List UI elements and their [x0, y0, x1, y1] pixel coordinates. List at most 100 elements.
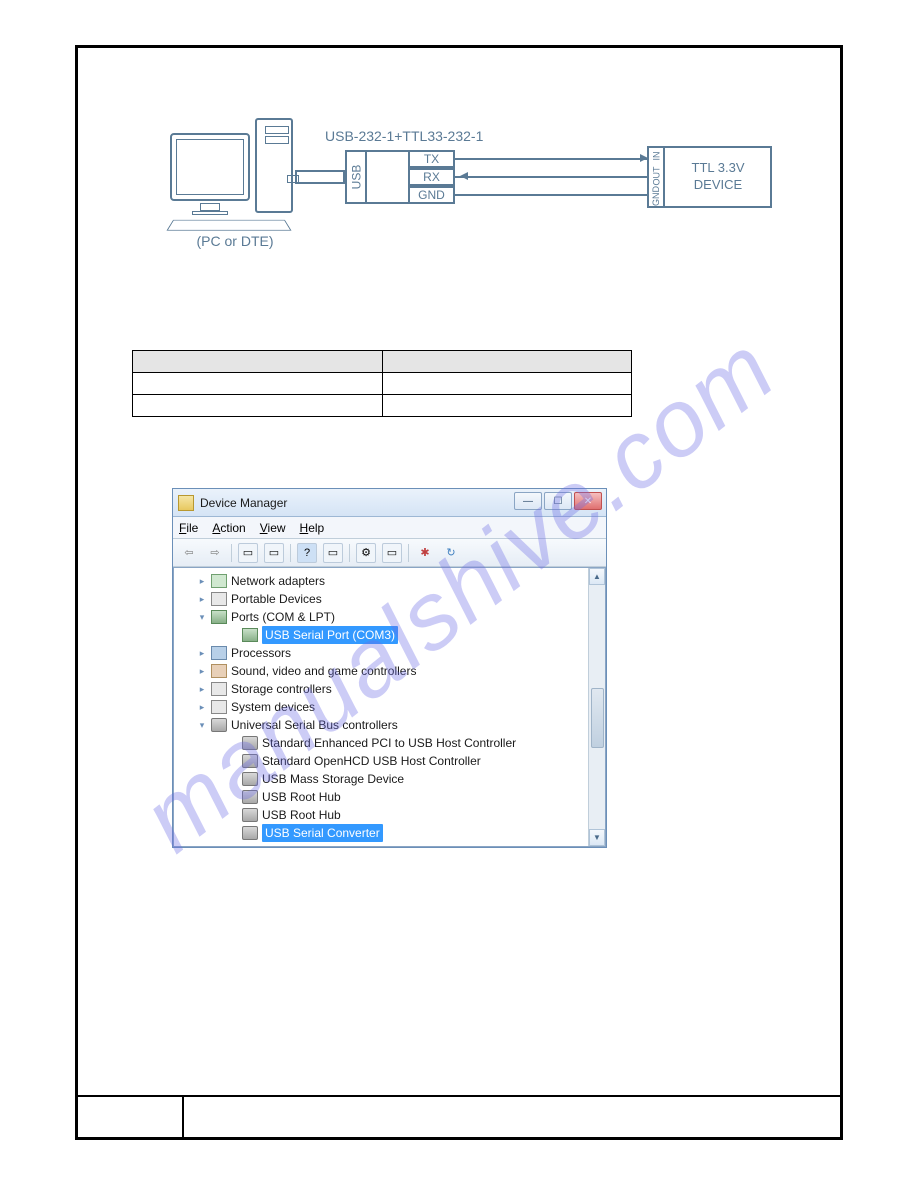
ttl-device-label: TTL 3.3V DEVICE: [668, 160, 768, 194]
refresh-icon[interactable]: ↻: [441, 543, 461, 563]
tree-label: USB Root Hub: [262, 806, 341, 824]
table-cell: [382, 395, 632, 417]
arrow-left-icon: [460, 172, 468, 180]
table-cell: [133, 373, 383, 395]
app-icon: [178, 495, 194, 511]
tree-label: System devices: [231, 698, 315, 716]
pc-monitor-icon: [170, 133, 250, 201]
sound-icon: [211, 664, 227, 678]
tree-label: Standard OpenHCD USB Host Controller: [262, 752, 481, 770]
tree-node-portable[interactable]: ▸Portable Devices: [180, 590, 605, 608]
tree-node-usb-converter[interactable]: USB Serial Converter: [180, 824, 605, 842]
menu-bar: File Action View Help: [173, 517, 606, 539]
diagram-title: USB-232-1+TTL33-232-1: [325, 128, 483, 144]
collapse-icon[interactable]: ▾: [196, 611, 208, 623]
tree-node-serial-port[interactable]: USB Serial Port (COM3): [180, 626, 605, 644]
menu-view[interactable]: View: [260, 521, 286, 535]
uninstall-icon[interactable]: ✱: [415, 543, 435, 563]
maximize-button[interactable]: ☐: [544, 492, 572, 510]
pc-tower-icon: [255, 118, 293, 213]
tree-node-processors[interactable]: ▸ Processors: [180, 644, 605, 662]
pc-keyboard-icon: [166, 220, 291, 231]
scroll-up-button[interactable]: ▲: [589, 568, 605, 585]
pc-base-icon: [192, 211, 228, 215]
toolbar-icon[interactable]: ▭: [323, 543, 343, 563]
window-titlebar[interactable]: Device Manager — ☐ ✕: [173, 489, 606, 517]
tree-label: USB Mass Storage Device: [262, 770, 404, 788]
system-icon: [211, 700, 227, 714]
scroll-down-button[interactable]: ▼: [589, 829, 605, 846]
usb-plug-icon: [295, 170, 345, 184]
toolbar-icon[interactable]: ▭: [238, 543, 258, 563]
expand-icon[interactable]: ▸: [196, 665, 208, 677]
back-button[interactable]: ⇦: [179, 543, 199, 563]
toolbar-separator: [408, 544, 409, 562]
tree-label-selected: USB Serial Converter: [262, 824, 383, 842]
close-button[interactable]: ✕: [574, 492, 602, 510]
tree-node-sound[interactable]: ▸Sound, video and game controllers: [180, 662, 605, 680]
tree-node-ports[interactable]: ▾ Ports (COM & LPT): [180, 608, 605, 626]
wire-rx: [455, 176, 647, 178]
tree-node-usb-item[interactable]: Standard Enhanced PCI to USB Host Contro…: [180, 734, 605, 752]
menu-help[interactable]: Help: [300, 521, 325, 535]
dev-pin-in: IN: [647, 146, 665, 166]
table-cell: [382, 373, 632, 395]
scan-icon[interactable]: ⚙: [356, 543, 376, 563]
spec-table: [132, 350, 632, 417]
storage-icon: [211, 682, 227, 696]
usb-icon: [242, 736, 258, 750]
usb-side-label: USB: [345, 150, 367, 204]
tree-node-usb-item[interactable]: USB Root Hub: [180, 788, 605, 806]
wire-gnd: [455, 194, 647, 196]
tree-label: Ports (COM & LPT): [231, 608, 335, 626]
scrollbar[interactable]: ▲ ▼: [588, 568, 605, 846]
menu-file[interactable]: File: [179, 521, 198, 535]
pin-tx: TX: [408, 150, 455, 168]
expand-icon[interactable]: ▸: [196, 647, 208, 659]
footer-divider: [75, 1095, 843, 1097]
forward-button[interactable]: ⇨: [205, 543, 225, 563]
processor-icon: [211, 646, 227, 660]
tree-label: Standard Enhanced PCI to USB Host Contro…: [262, 734, 516, 752]
tree-node-storage[interactable]: ▸Storage controllers: [180, 680, 605, 698]
tree-node-usb-item[interactable]: Standard OpenHCD USB Host Controller: [180, 752, 605, 770]
tree-node-usb-item[interactable]: USB Root Hub: [180, 806, 605, 824]
toolbar-icon[interactable]: ▭: [264, 543, 284, 563]
wire-tx: [455, 158, 647, 160]
pc-stand-icon: [200, 203, 220, 211]
expand-icon[interactable]: ▸: [196, 593, 208, 605]
tree-label-selected: USB Serial Port (COM3): [262, 626, 398, 644]
connection-diagram: (PC or DTE) USB-232-1+TTL33-232-1 USB TX…: [170, 118, 770, 263]
tree-node-usb[interactable]: ▾ Universal Serial Bus controllers: [180, 716, 605, 734]
tree-node-usb-item[interactable]: USB Mass Storage Device: [180, 770, 605, 788]
toolbar-icon[interactable]: ▭: [382, 543, 402, 563]
menu-action[interactable]: Action: [212, 521, 245, 535]
pin-rx: RX: [408, 168, 455, 186]
toolbar-separator: [349, 544, 350, 562]
toolbar-separator: [231, 544, 232, 562]
minimize-button[interactable]: —: [514, 492, 542, 510]
device-icon: [211, 592, 227, 606]
tree-node-network[interactable]: ▸ Network adapters: [180, 572, 605, 590]
window-title: Device Manager: [200, 496, 287, 510]
usb-icon: [242, 808, 258, 822]
tree-node-system[interactable]: ▸ System devices: [180, 698, 605, 716]
tree-label: Universal Serial Bus controllers: [231, 716, 398, 734]
usb-icon: [242, 826, 258, 840]
tree-label: Network adapters: [231, 572, 325, 590]
toolbar: ⇦ ⇨ ▭ ▭ ? ▭ ⚙ ▭ ✱ ↻: [173, 539, 606, 567]
scroll-thumb[interactable]: [591, 688, 604, 748]
pc-caption: (PC or DTE): [180, 233, 290, 249]
dev-pin-gnd: GND: [647, 186, 665, 206]
device-manager-window: Device Manager — ☐ ✕ File Action View He…: [172, 488, 607, 848]
usb-icon: [242, 772, 258, 786]
expand-icon[interactable]: ▸: [196, 701, 208, 713]
expand-icon[interactable]: ▸: [196, 683, 208, 695]
help-icon[interactable]: ?: [297, 543, 317, 563]
port-icon: [211, 610, 227, 624]
table-cell: [133, 395, 383, 417]
pin-gnd: GND: [408, 186, 455, 204]
tree-label: Processors: [231, 644, 291, 662]
collapse-icon[interactable]: ▾: [196, 719, 208, 731]
expand-icon[interactable]: ▸: [196, 575, 208, 587]
